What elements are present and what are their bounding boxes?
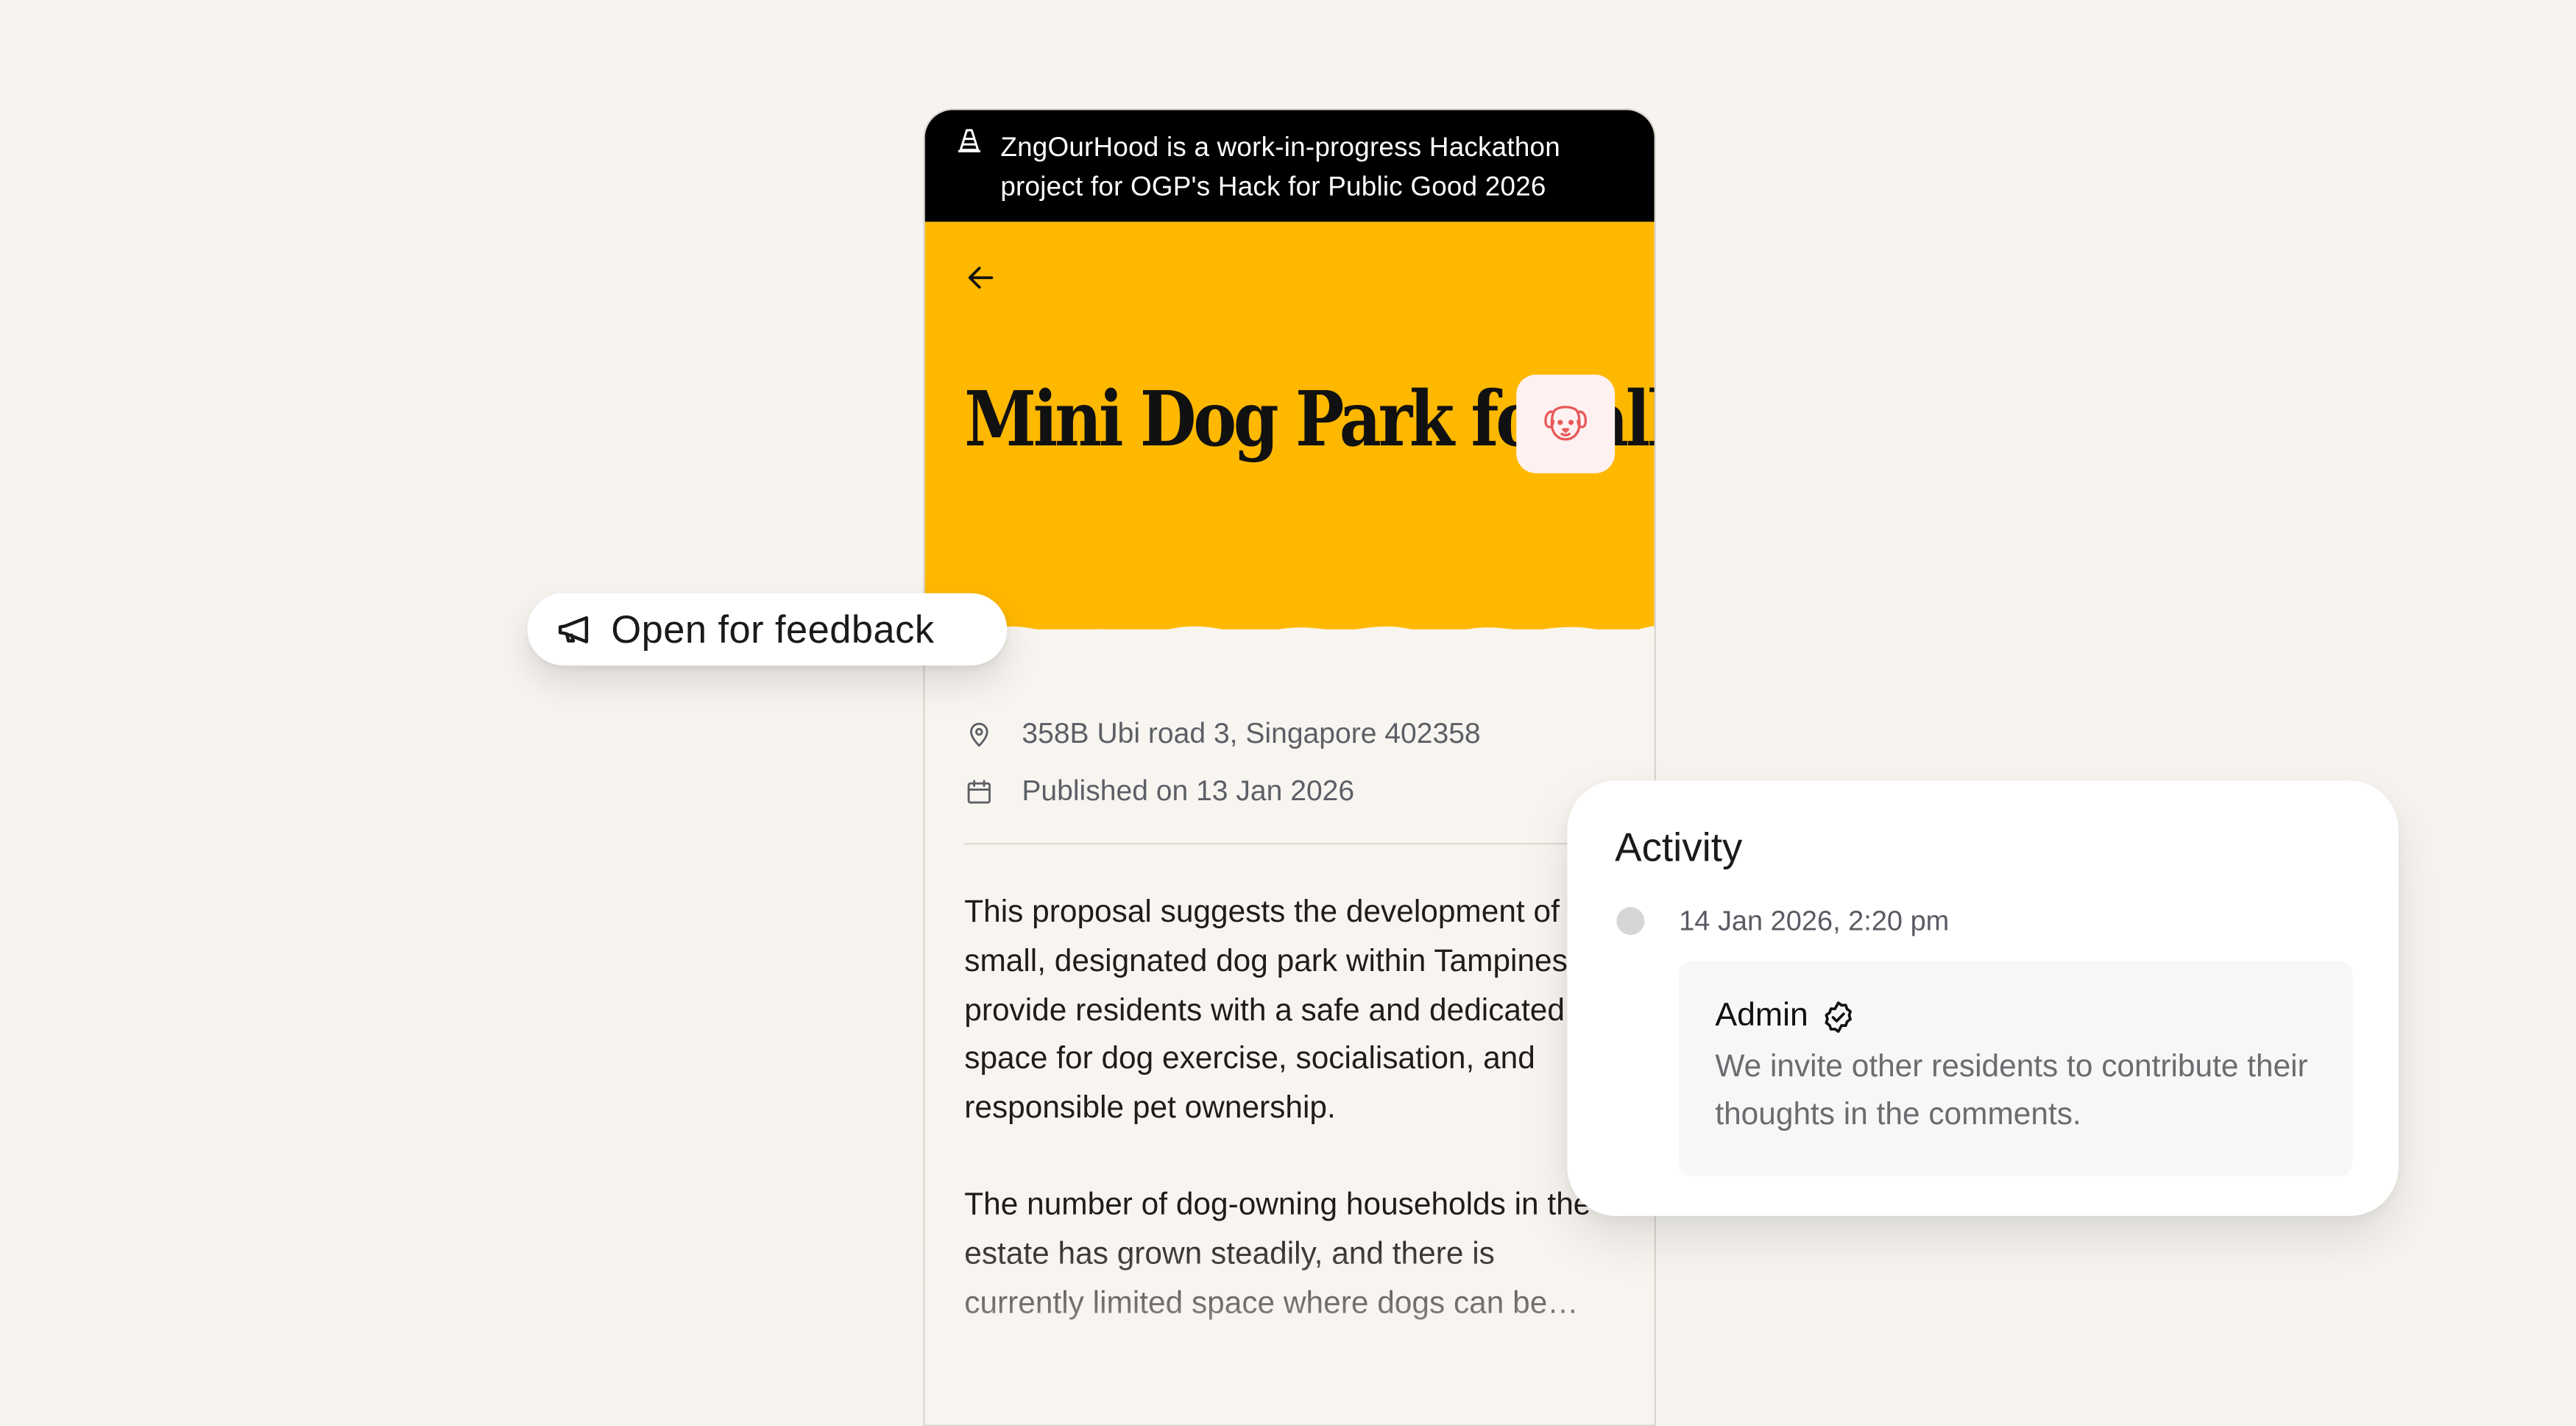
comment-author: Admin <box>1715 998 1855 1035</box>
timeline-dot <box>1616 907 1645 936</box>
banner-text: ZngOurHood is a work-in-progress Hackath… <box>1000 133 1560 202</box>
comment-message: We invite other residents to contribute … <box>1715 1050 2308 1132</box>
activity-title: Activity <box>1615 826 1743 872</box>
category-tile <box>1516 374 1616 473</box>
back-arrow-icon[interactable] <box>964 261 997 294</box>
hero-header: Mini Dog Park for all Pet Owners <box>924 222 1655 649</box>
fade-overlay <box>924 1227 1655 1425</box>
status-pill: Open for feedback <box>527 593 1008 666</box>
torn-edge <box>924 626 1655 649</box>
admin-comment: Admin We invite other residents to contr… <box>1679 961 2353 1177</box>
activity-timestamp: 14 Jan 2026, 2:20 pm <box>1679 905 1950 937</box>
verified-badge-icon <box>1824 1000 1852 1032</box>
calendar-icon <box>967 779 991 803</box>
status-label: Open for feedback <box>611 607 935 650</box>
dog-icon <box>1544 406 1588 441</box>
location-pin-icon <box>970 721 988 746</box>
traffic-cone-icon <box>958 129 981 152</box>
proposal-screen: ZngOurHood is a work-in-progress Hackath… <box>923 108 1656 1426</box>
hackathon-banner: ZngOurHood is a work-in-progress Hackath… <box>924 110 1655 222</box>
address-row: 358B Ubi road 3, Singapore 402358 <box>964 705 1621 763</box>
activity-card: Activity 14 Jan 2026, 2:20 pm Admin We i… <box>1567 780 2399 1216</box>
divider <box>964 843 1622 845</box>
body-paragraph-1: This proposal suggests the development o… <box>964 895 1602 1126</box>
megaphone-icon <box>558 616 589 643</box>
proposal-meta: 358B Ubi road 3, Singapore 402358 Publis… <box>964 705 1621 820</box>
proposal-title: Mini Dog Park for all Pet Owners <box>964 374 1654 464</box>
author-name: Admin <box>1715 997 1808 1034</box>
address-text: 358B Ubi road 3, Singapore 402358 <box>1022 716 1481 749</box>
stage: ZngOurHood is a work-in-progress Hackath… <box>0 0 2576 1426</box>
published-row: Published on 13 Jan 2026 <box>964 763 1621 820</box>
published-text: Published on 13 Jan 2026 <box>1022 774 1355 807</box>
